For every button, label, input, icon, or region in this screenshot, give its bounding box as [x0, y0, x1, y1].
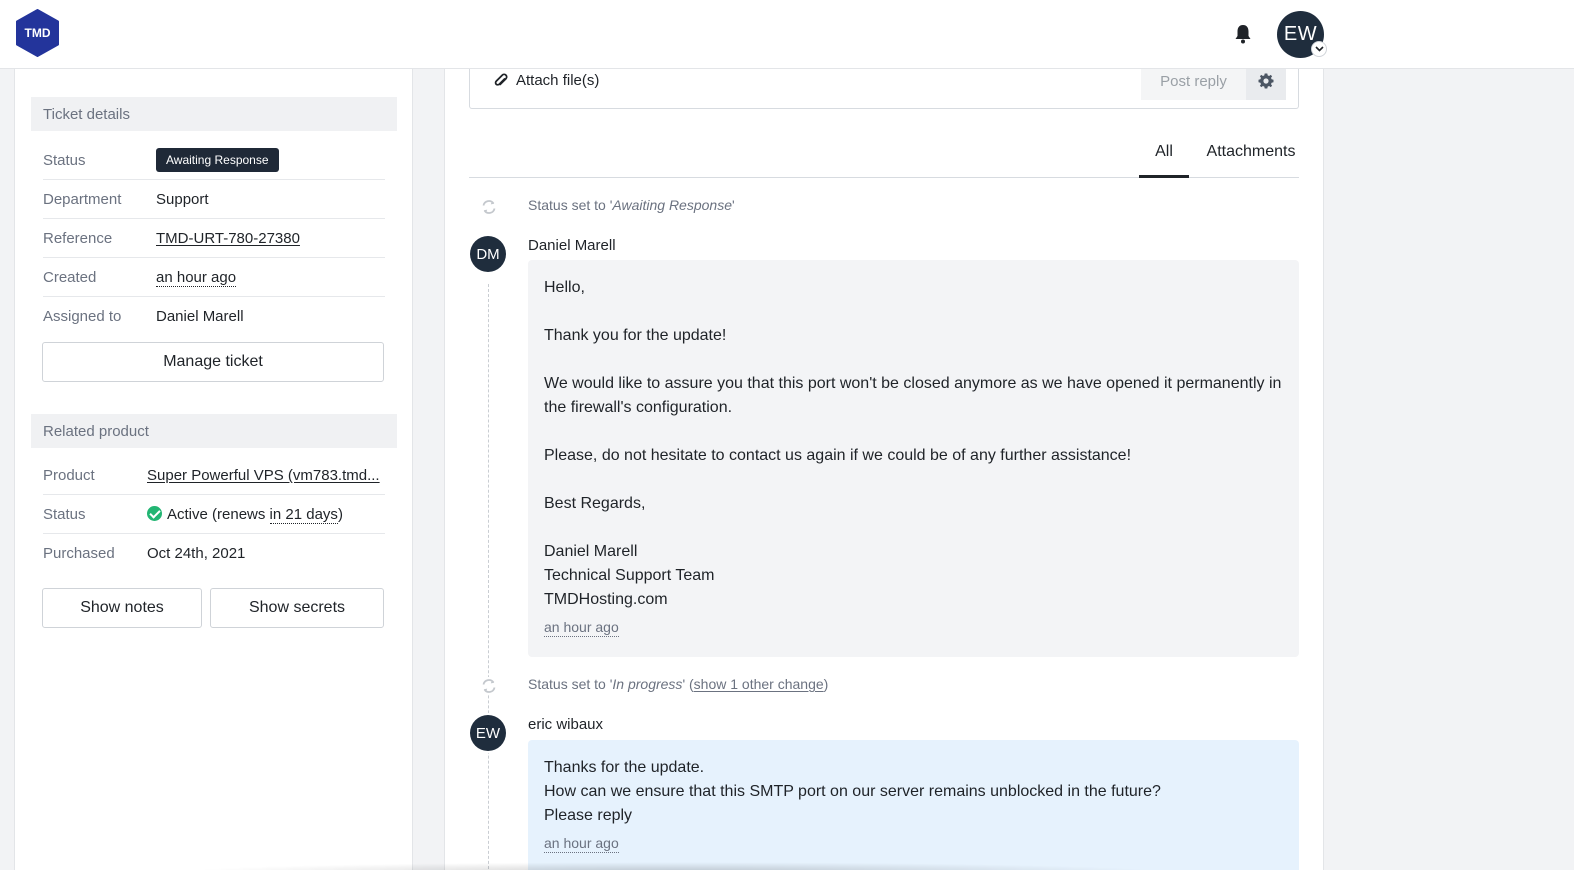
chevron-down-icon	[1311, 41, 1327, 57]
message-line: Best Regards,	[544, 495, 646, 512]
status-suffix: )	[337, 506, 343, 523]
timeline-tabs: All Attachments	[469, 136, 1299, 178]
created-value: an hour ago	[156, 269, 237, 287]
reference-label: Reference	[43, 230, 113, 247]
event-text-end: '	[732, 197, 735, 213]
ticket-details-heading: Ticket details	[31, 97, 397, 131]
logo-text: TMD	[25, 26, 51, 40]
signature-line: Technical Support Team	[544, 567, 715, 584]
show-secrets-button[interactable]: Show secrets	[210, 588, 384, 628]
event-text-mid: ' (	[682, 676, 694, 692]
signature-line: Daniel Marell	[544, 543, 638, 560]
message-body: Hello, Thank you for the update! We woul…	[528, 260, 1299, 657]
message-author: Daniel Marell	[528, 237, 616, 254]
refresh-icon	[480, 677, 498, 695]
status-label: Status	[43, 152, 86, 169]
user-avatar[interactable]: EW	[1277, 11, 1327, 58]
product-status-value: Active (renews in 21 days)	[147, 506, 343, 524]
event-status: Awaiting Response	[612, 197, 732, 213]
tab-attachments[interactable]: Attachments	[1189, 143, 1313, 175]
message-line: How can we ensure that this SMTP port on…	[544, 783, 1161, 800]
department-value: Support	[156, 191, 209, 208]
message-line: Please, do not hesitate to contact us ag…	[544, 447, 1132, 464]
assigned-label: Assigned to	[43, 308, 122, 325]
event-status: In progress	[612, 676, 683, 692]
message-line: Please reply	[544, 807, 633, 824]
avatar: DM	[470, 236, 506, 272]
paperclip-icon	[494, 72, 508, 86]
created-row: Created an hour ago	[43, 258, 385, 297]
gear-icon	[1258, 73, 1274, 89]
signature-line: TMDHosting.com	[544, 591, 668, 608]
bottom-shadow	[180, 862, 1170, 870]
message-timestamp: an hour ago	[544, 619, 619, 637]
message-line: Thanks for the update.	[544, 759, 705, 776]
check-circle-icon	[147, 506, 162, 521]
message-author: eric wibaux	[528, 716, 604, 733]
message-body: Thanks for the update. How can we ensure…	[528, 740, 1299, 870]
event-text: Status set to '	[528, 676, 613, 692]
tab-all[interactable]: All	[1139, 143, 1189, 178]
message-line: We would like to assure you that this po…	[544, 375, 1282, 416]
created-label: Created	[43, 269, 97, 286]
manage-ticket-button[interactable]: Manage ticket	[42, 342, 384, 382]
event-text: Status set to '	[528, 197, 613, 213]
show-notes-button[interactable]: Show notes	[42, 588, 202, 628]
renews-in: in 21 days	[269, 506, 338, 524]
user-initials: EW	[1283, 23, 1318, 45]
message-line: Hello,	[544, 279, 585, 296]
show-other-change-link[interactable]: show 1 other change	[694, 676, 824, 692]
product-row: Product Super Powerful VPS (vm783.tmd...	[43, 456, 385, 495]
bell-icon[interactable]	[1234, 24, 1252, 44]
reference-row: Reference TMD-URT-780-27380	[43, 219, 385, 258]
product-status-row: Status Active (renews in 21 days)	[43, 495, 385, 534]
status-badge: Awaiting Response	[156, 148, 279, 172]
message-timestamp: an hour ago	[544, 835, 619, 853]
purchased-value: Oct 24th, 2021	[147, 545, 246, 562]
department-label: Department	[43, 191, 122, 208]
assigned-row: Assigned to Daniel Marell	[43, 297, 385, 336]
ticket-sidebar: Ticket details Status Awaiting Response …	[14, 69, 413, 870]
refresh-icon	[480, 198, 498, 216]
event-text-end: )	[823, 676, 829, 692]
product-label: Product	[43, 467, 95, 484]
top-bar: TMD EW	[0, 0, 1574, 69]
department-row: Department Support	[43, 180, 385, 219]
tmd-logo[interactable]: TMD	[15, 9, 60, 57]
status-change-event: Status set to 'Awaiting Response'	[528, 197, 735, 213]
status-prefix: Active (renews	[167, 506, 270, 523]
attach-files-button[interactable]: Attach file(s)	[494, 72, 599, 89]
avatar: EW	[470, 715, 506, 751]
related-product-heading: Related product	[31, 414, 397, 448]
attach-files-label: Attach file(s)	[516, 72, 600, 89]
message-line: Thank you for the update!	[544, 327, 727, 344]
product-link[interactable]: Super Powerful VPS (vm783.tmd...	[147, 467, 380, 484]
ticket-main: Attach file(s) Post reply All Attachment…	[444, 59, 1324, 870]
status-row: Status Awaiting Response	[43, 141, 385, 180]
purchased-label: Purchased	[43, 545, 115, 562]
reference-link[interactable]: TMD-URT-780-27380	[156, 230, 300, 247]
timeline-line	[488, 284, 489, 870]
product-status-label: Status	[43, 506, 86, 523]
purchased-row: Purchased Oct 24th, 2021	[43, 534, 385, 573]
status-change-event: Status set to 'In progress' (show 1 othe…	[528, 676, 828, 692]
assigned-value: Daniel Marell	[156, 308, 244, 325]
